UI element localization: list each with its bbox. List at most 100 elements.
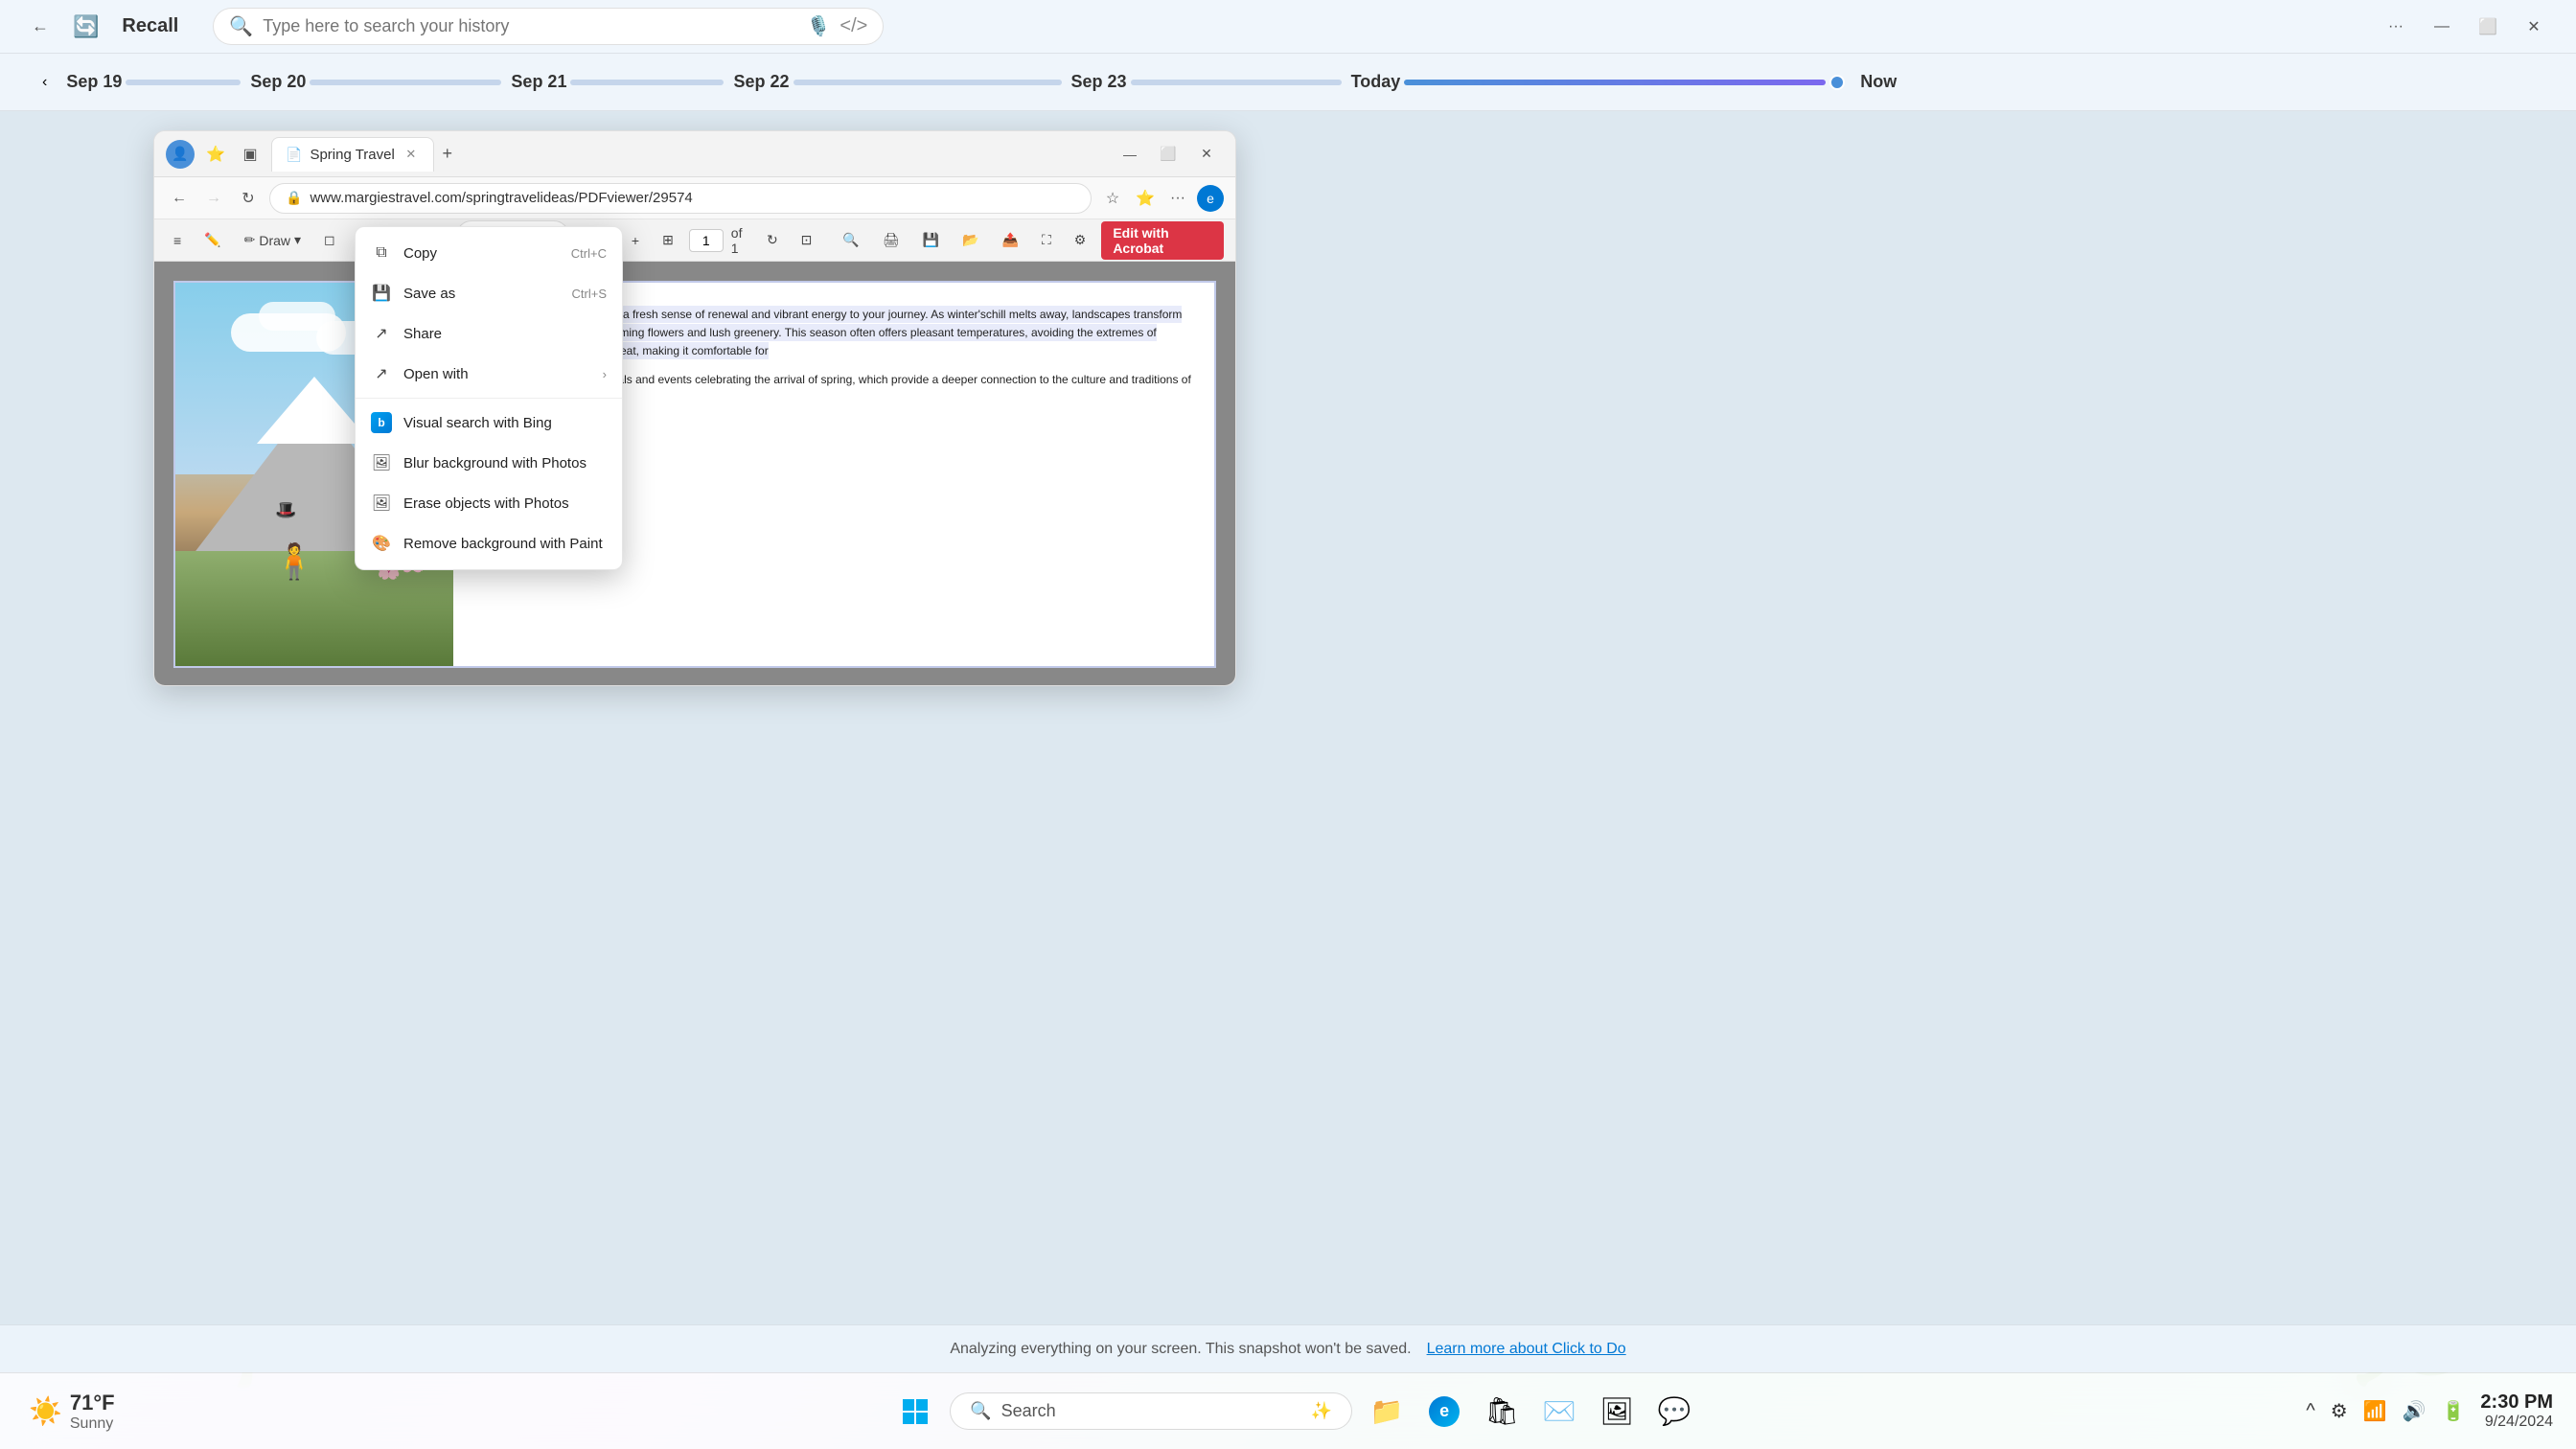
recall-logo-icon: 🔄: [73, 14, 99, 39]
recall-more-button[interactable]: ···: [2377, 12, 2415, 42]
taskbar: ☀️ 71°F Sunny 🔍 Search ✨ 📁 e: [0, 1372, 2576, 1449]
timeline-today[interactable]: Today Now: [1351, 72, 1898, 92]
open-with-icon: ↗: [371, 363, 392, 384]
context-menu-copy[interactable]: ⧉ Copy Ctrl+C: [356, 233, 622, 273]
pdf-more-button[interactable]: ⊡: [794, 228, 820, 252]
pdf-save-button[interactable]: 💾: [915, 228, 947, 252]
context-menu-remove-background[interactable]: 🎨 Remove background with Paint: [356, 523, 622, 564]
browser-forward-button[interactable]: →: [200, 185, 227, 212]
timeline-date-sep23: Sep 23: [1071, 72, 1127, 92]
recall-learn-more-link[interactable]: Learn more about Click to Do: [1427, 1341, 1626, 1358]
microphone-icon[interactable]: 🎙️: [807, 14, 831, 38]
recall-maximize-button[interactable]: ⬜: [2469, 12, 2507, 42]
browser-maximize-button[interactable]: ⬜: [1151, 141, 1185, 168]
browser-refresh-button[interactable]: ↻: [235, 185, 262, 212]
browser-navigation: ← → ↻ 🔒 www.margiestravel.com/springtrav…: [154, 177, 1235, 219]
pdf-share-button[interactable]: 📤: [995, 228, 1026, 252]
taskbar-mail-icon[interactable]: ✉️: [1536, 1389, 1582, 1435]
browser-back-button[interactable]: ←: [166, 185, 193, 212]
new-tab-button[interactable]: +: [434, 141, 461, 168]
timeline-segment-sep19: [126, 80, 241, 85]
browser-split-icon[interactable]: ▣: [237, 141, 264, 168]
draw-dropdown-icon: ▾: [294, 232, 301, 248]
weather-condition-label: Sunny: [70, 1415, 115, 1433]
context-menu-save-as[interactable]: 💾 Save as Ctrl+S: [356, 273, 622, 313]
browser-address-bar[interactable]: 🔒 www.margiestravel.com/springtravelidea…: [269, 183, 1092, 214]
browser-favorites-icon[interactable]: ☆: [1099, 185, 1126, 212]
taskbar-edge-browser-icon[interactable]: e: [1421, 1389, 1467, 1435]
recall-search-bar[interactable]: 🔍 🎙️ </>: [213, 8, 884, 45]
pdf-zoom-in-button[interactable]: +: [624, 229, 647, 252]
pdf-fit-width-button[interactable]: ⊞: [655, 228, 681, 252]
tray-sound-icon[interactable]: 🔊: [2399, 1395, 2430, 1427]
timeline-sep22[interactable]: Sep 22: [733, 72, 1061, 92]
pdf-erase-button[interactable]: ◻: [316, 228, 343, 252]
pdf-fullscreen-button[interactable]: ⛶: [1034, 228, 1059, 252]
pdf-rotate-button[interactable]: ↻: [759, 228, 786, 252]
context-menu-open-with[interactable]: ↗ Open with ›: [356, 354, 622, 394]
system-clock[interactable]: 2:30 PM 9/24/2024: [2480, 1392, 2553, 1431]
browser-edge-icon[interactable]: e: [1197, 185, 1224, 212]
recall-back-button[interactable]: ←: [23, 10, 58, 44]
timeline-sep19[interactable]: Sep 19: [66, 72, 241, 92]
timeline-sep20[interactable]: Sep 20: [250, 72, 501, 92]
pdf-print-button[interactable]: 🖨: [875, 228, 908, 252]
recall-close-button[interactable]: ✕: [2515, 12, 2553, 42]
start-button[interactable]: [892, 1389, 938, 1435]
pdf-open-button[interactable]: 📂: [954, 228, 986, 252]
browser-tab-spring-travel[interactable]: 📄 Spring Travel ✕: [271, 137, 434, 172]
timeline-date-sep20: Sep 20: [250, 72, 306, 92]
context-menu-visual-search[interactable]: b Visual search with Bing: [356, 402, 622, 443]
weather-info: 71°F Sunny: [70, 1391, 115, 1433]
erase-objects-label: Erase objects with Photos: [403, 495, 607, 512]
tray-settings-icon[interactable]: ⚙: [2327, 1395, 2352, 1427]
pdf-annotation-button[interactable]: ✏️: [196, 228, 228, 252]
tab-close-button[interactable]: ✕: [402, 146, 420, 163]
timeline-sep23[interactable]: Sep 23: [1071, 72, 1342, 92]
taskbar-teams-icon[interactable]: 💬: [1651, 1389, 1697, 1435]
pdf-draw-button[interactable]: ✏ Draw ▾: [237, 228, 309, 252]
timeline-date-sep22: Sep 22: [733, 72, 789, 92]
recall-app-title: Recall: [122, 15, 178, 37]
pdf-settings-button[interactable]: ⚙: [1067, 228, 1094, 252]
tray-battery-icon[interactable]: 🔋: [2438, 1395, 2470, 1427]
code-icon[interactable]: </>: [840, 15, 867, 37]
context-menu-share[interactable]: ↗ Share: [356, 313, 622, 354]
blur-background-label: Blur background with Photos: [403, 455, 607, 472]
tray-chevron-icon[interactable]: ^: [2302, 1396, 2318, 1426]
browser-more-options-icon[interactable]: ···: [1164, 185, 1191, 212]
timeline-segment-sep22: [794, 80, 1062, 85]
browser-collections-icon[interactable]: ⭐: [202, 141, 229, 168]
timeline-sep21[interactable]: Sep 21: [511, 72, 724, 92]
timeline-nav-left[interactable]: ‹: [23, 54, 66, 110]
taskbar-photos-icon[interactable]: 🖼: [1594, 1389, 1640, 1435]
tray-network-icon[interactable]: 📶: [2359, 1395, 2391, 1427]
context-menu-blur-background[interactable]: 🖼 Blur background with Photos: [356, 443, 622, 483]
browser-collections-star-icon[interactable]: ⭐: [1132, 185, 1159, 212]
pdf-menu-button[interactable]: ≡: [166, 229, 189, 252]
bing-icon: b: [371, 412, 392, 433]
weather-widget[interactable]: ☀️ 71°F Sunny: [19, 1385, 125, 1438]
taskbar-search-bar[interactable]: 🔍 Search ✨: [950, 1392, 1352, 1430]
taskbar-file-explorer-icon[interactable]: 📁: [1364, 1389, 1410, 1435]
edit-with-acrobat-button[interactable]: Edit with Acrobat: [1101, 221, 1224, 260]
recall-titlebar: ← 🔄 Recall 🔍 🎙️ </> ··· — ⬜ ✕: [0, 0, 2576, 54]
recall-window-controls: ··· — ⬜ ✕: [2377, 12, 2553, 42]
save-as-icon: 💾: [371, 283, 392, 304]
save-as-shortcut: Ctrl+S: [572, 287, 607, 301]
taskbar-search-sparkle-icon: ✨: [1311, 1401, 1332, 1421]
pdf-page-number-input[interactable]: [689, 229, 724, 252]
browser-profile-icon[interactable]: 👤: [166, 140, 195, 169]
taskbar-left-section: ☀️ 71°F Sunny: [0, 1385, 288, 1438]
browser-minimize-button[interactable]: —: [1113, 141, 1147, 168]
recall-minimize-button[interactable]: —: [2423, 12, 2461, 42]
taskbar-store-icon[interactable]: 🛍: [1479, 1389, 1525, 1435]
copy-icon: ⧉: [371, 242, 392, 264]
weather-temperature: 71°F: [70, 1391, 115, 1415]
recall-search-input[interactable]: [263, 16, 796, 36]
browser-close-button[interactable]: ✕: [1189, 141, 1224, 168]
timeline-date-sep19: Sep 19: [66, 72, 122, 92]
timeline-segment-sep20: [310, 80, 501, 85]
context-menu-erase-objects[interactable]: 🖼 Erase objects with Photos: [356, 483, 622, 523]
pdf-search-button[interactable]: 🔍: [835, 228, 866, 252]
